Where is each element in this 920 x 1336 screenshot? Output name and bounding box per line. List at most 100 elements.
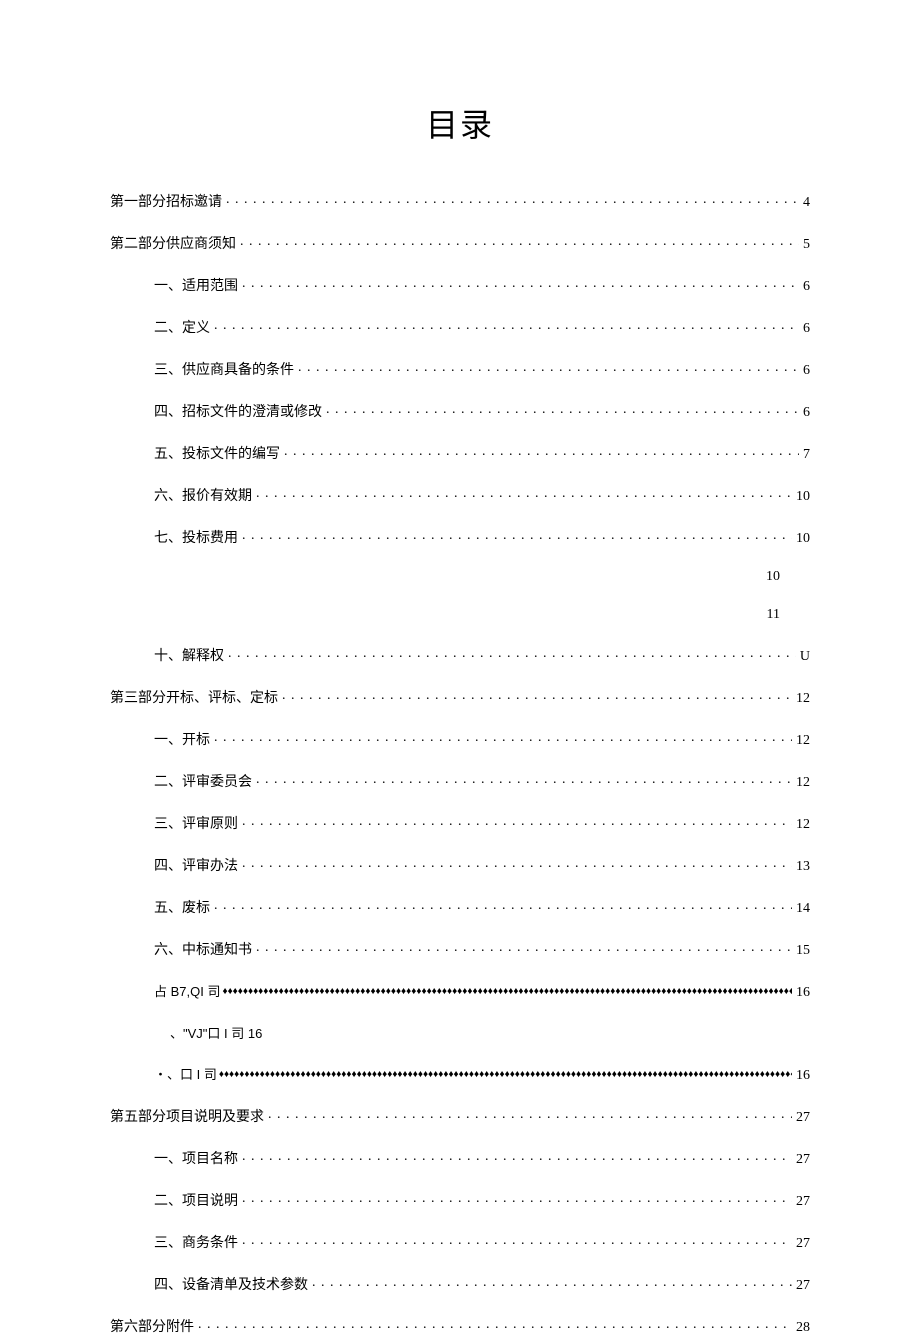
toc-entry-label: 三、评审原则 [154,813,238,833]
toc-entry: 四、评审办法 13 [154,855,810,875]
toc-entry-page: 12 [792,775,810,791]
toc-entry-label: 四、设备清单及技术参数 [154,1274,308,1294]
toc-entry: 十、解释权 U [154,645,810,665]
toc-entry-page: 12 [792,691,810,707]
toc-entry: 三、供应商具备的条件 6 [154,359,810,379]
toc-entry-page: 5 [799,237,810,253]
toc-entry-page: 28 [792,1320,810,1336]
toc-entry-label: 二、定义 [154,317,210,337]
toc-leader-dots [308,1275,792,1289]
toc-entry-page: 27 [792,1194,810,1210]
toc-entry-label: 一、项目名称 [154,1148,238,1168]
toc-leader-dots [322,402,799,416]
toc-entry-label: 三、供应商具备的条件 [154,359,294,379]
toc-entry: ・、口 I 司16 [154,1064,810,1084]
toc-leader-dots [236,234,799,248]
toc-entry-page: 13 [792,859,810,875]
toc-entry-page: 6 [799,363,810,379]
toc-leader-dots [264,1107,792,1121]
toc-entry-page: 6 [799,279,810,295]
toc-entry-label: 六、报价有效期 [154,485,252,505]
toc-entry-page: 27 [792,1110,810,1126]
toc-leader-dots [252,486,792,500]
toc-orphan-page: 10 [110,569,810,585]
toc-entry-page: 16 [792,985,810,1001]
toc-leader-dots [224,646,796,660]
toc-leader-dots [278,688,792,702]
toc-entry-page: 12 [792,733,810,749]
toc-leader-dots [238,1191,792,1205]
toc-entry: 第五部分项目说明及要求 27 [110,1106,810,1126]
toc-entry: 五、投标文件的编写 7 [154,443,810,463]
toc-entry: 第六部分附件 28 [110,1316,810,1336]
toc-entry-label: 第二部分供应商须知 [110,233,236,253]
toc-entry-label: 占 B7,QI 司 [154,981,220,1000]
toc-entry-page: 10 [792,489,810,505]
toc-leader-dots [210,730,792,744]
toc-entry-page: 10 [792,531,810,547]
toc-entry: 一、适用范围 6 [154,275,810,295]
toc-entry: 第一部分招标邀请 4 [110,191,810,211]
toc-orphan-page: 11 [110,607,810,623]
toc-leader-dots [238,856,792,870]
toc-leader-dots [210,898,792,912]
toc-leader-diamonds [220,986,792,996]
toc-leader-dots [238,528,792,542]
toc-leader-dots [280,444,799,458]
toc-entry-page: U [796,649,810,665]
toc-entry: 第三部分开标、评标、定标 12 [110,687,810,707]
toc-entry: 第二部分供应商须知 5 [110,233,810,253]
toc-entry: 七、投标费用 10 [154,527,810,547]
toc-leader-dots [294,360,799,374]
toc-leader-dots [238,1149,792,1163]
toc-entry-page: 27 [792,1278,810,1294]
toc-entry: 一、开标 12 [154,729,810,749]
toc-entry-page: 7 [799,447,810,463]
toc-entry: 三、评审原则 12 [154,813,810,833]
toc-entry-label: 四、招标文件的澄清或修改 [154,401,322,421]
toc-entry-label: 一、适用范围 [154,275,238,295]
toc-leader-dots [222,192,799,206]
toc-title: 目录 [110,100,810,146]
toc-entry-label: 五、废标 [154,897,210,917]
toc-entry: 二、项目说明 27 [154,1190,810,1210]
toc-leader-dots [210,318,799,332]
toc-entry-label: 十、解释权 [154,645,224,665]
toc-entry-label: 第三部分开标、评标、定标 [110,687,278,707]
toc-leader-diamonds [217,1069,792,1079]
toc-entry-label: 二、评审委员会 [154,771,252,791]
toc-entry-page: 14 [792,901,810,917]
toc-entry: 占 B7,QI 司 16 [154,981,810,1001]
toc-entry-label: 、"VJ"口 I 司 16 [170,1023,262,1042]
toc-entry-label: 六、中标通知书 [154,939,252,959]
toc-entry: 四、设备清单及技术参数 27 [154,1274,810,1294]
toc-entry: 三、商务条件 27 [154,1232,810,1252]
toc-entry-page: 4 [799,195,810,211]
toc-entry-page: 6 [799,405,810,421]
toc-entry-label: 第六部分附件 [110,1316,194,1336]
toc-leader-dots [238,1233,792,1247]
toc-leader-dots [238,814,792,828]
toc-entry: 四、招标文件的澄清或修改 6 [154,401,810,421]
toc-entry-label: 四、评审办法 [154,855,238,875]
toc-entry-label: 第一部分招标邀请 [110,191,222,211]
toc-entry-page: 12 [792,817,810,833]
toc-leader-dots [252,772,792,786]
toc-entry-page: 16 [792,1068,810,1084]
toc-entry: 二、定义6 [154,317,810,337]
toc-entry: 、"VJ"口 I 司 16 [170,1023,810,1042]
toc-entry-label: 七、投标费用 [154,527,238,547]
toc-entry-page: 27 [792,1236,810,1252]
toc-entry: 六、报价有效期 10 [154,485,810,505]
toc-entry: 六、中标通知书15 [154,939,810,959]
toc-entry: 五、废标 14 [154,897,810,917]
toc-entry-label: 三、商务条件 [154,1232,238,1252]
toc-entry-label: 第五部分项目说明及要求 [110,1106,264,1126]
toc-entry-label: 五、投标文件的编写 [154,443,280,463]
toc-list: 第一部分招标邀请4第二部分供应商须知5一、适用范围6二、定义6三、供应商具备的条… [110,191,810,1336]
toc-leader-dots [238,276,799,290]
toc-entry: 一、项目名称27 [154,1148,810,1168]
toc-leader-dots [194,1317,792,1331]
toc-entry-label: 一、开标 [154,729,210,749]
toc-entry-label: 二、项目说明 [154,1190,238,1210]
